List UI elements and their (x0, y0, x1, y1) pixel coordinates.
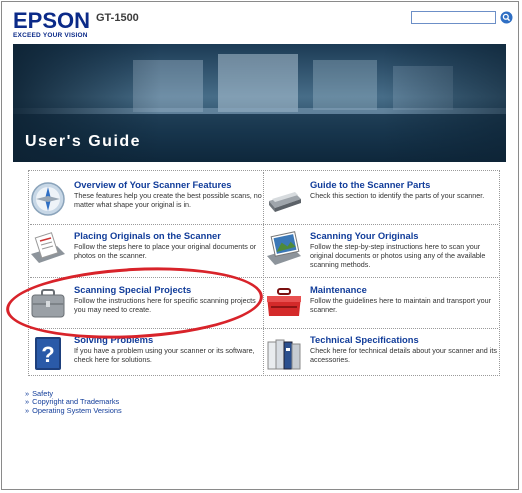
search-icon (500, 11, 513, 23)
epson-logo[interactable]: EPSON (13, 10, 90, 32)
section-title[interactable]: Overview of Your Scanner Features (74, 179, 232, 190)
photo-icon (267, 231, 301, 265)
footer-links: » Safety » Copyright and Trademarks » Opera… (25, 389, 122, 415)
section-description: If you have a problem using your scanner… (74, 346, 255, 364)
banner: User's Guide (13, 44, 506, 162)
section-title[interactable]: Guide to the Scanner Parts (310, 179, 430, 190)
scanner-icon (269, 192, 301, 212)
toolbox-icon (267, 288, 301, 316)
document-on-scanner-icon (31, 232, 65, 263)
chevron-right-icon: » (25, 405, 30, 415)
search-button[interactable] (500, 10, 513, 24)
section-title[interactable]: Technical Specifications (310, 334, 419, 345)
binders-icon (267, 339, 301, 370)
link-os-versions[interactable]: » Operating System Versions (25, 405, 122, 415)
compass-icon (31, 182, 65, 216)
model-name: GT-1500 (96, 12, 139, 24)
logo-tagline: EXCEED YOUR VISION (13, 32, 88, 39)
section-description: These features help you create the best … (74, 191, 262, 209)
section-description: Follow the steps here to place your orig… (74, 242, 257, 260)
section-description: Follow the guidelines here to maintain a… (310, 296, 491, 314)
section-description: Check this section to identify the parts… (310, 191, 485, 200)
grid-divider (30, 224, 498, 225)
banner-title: User's Guide (25, 133, 142, 150)
section-title[interactable]: Scanning Your Originals (310, 230, 419, 241)
section-description: Follow the step-by-step instructions her… (310, 242, 486, 269)
section-title[interactable]: Placing Originals on the Scanner (74, 230, 221, 241)
section-title[interactable]: Maintenance (310, 284, 367, 295)
section-description: Check here for technical details about y… (310, 346, 497, 364)
svg-text:?: ? (41, 342, 54, 367)
question-book-icon: ? (35, 337, 61, 370)
search-input[interactable] (411, 11, 496, 24)
